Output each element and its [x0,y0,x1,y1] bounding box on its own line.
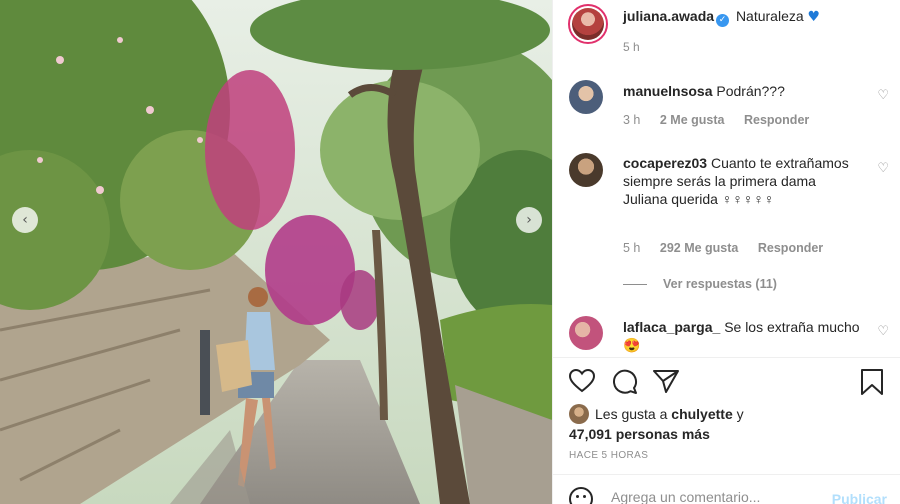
comment-time: 3 h [623,113,641,127]
share-icon[interactable] [653,369,679,393]
replies-divider [623,284,647,286]
comment-meta: 5 h 292 Me gusta Responder [623,241,839,255]
verified-badge-icon: ✓ [716,14,730,27]
comment-text-line: cocaperez03 Cuanto te extrañamos siempre… [623,154,863,208]
owner-caption-line: juliana.awada ✓ Naturaleza ♥ [623,8,820,27]
caption-time: 5 h [623,40,640,54]
post-header: juliana.awada ✓ Naturaleza ♥ 5 h [553,0,900,60]
add-comment-bar: Publicar [553,474,900,504]
commenter-username[interactable]: manuelnsosa [623,83,712,99]
likes-count[interactable]: 47,091 personas más [569,426,710,442]
previous-photo-button[interactable]: ‹ [12,207,38,233]
post-action-bar [553,357,900,409]
reply-button[interactable]: Responder [758,241,823,255]
comment-likes[interactable]: 2 Me gusta [660,113,725,127]
heart-eyes-emoji: 😍 [623,337,641,353]
next-photo-button[interactable]: › [516,207,542,233]
commenter-avatar[interactable] [569,80,603,114]
view-replies-button[interactable]: Ver respuestas (11) [623,277,777,291]
liker-username[interactable]: chulyette [671,406,732,422]
commenter-avatar[interactable] [569,153,603,187]
emoji-icon[interactable] [569,487,593,504]
like-comment-icon[interactable]: ♡ [877,88,889,103]
like-comment-icon[interactable]: ♡ [877,161,889,176]
post-side-panel: juliana.awada ✓ Naturaleza ♥ 5 h manuelns… [552,0,900,504]
comment-body: Se los extraña mucho [724,319,860,335]
reply-button[interactable]: Responder [744,113,809,127]
commenter-avatar[interactable] [569,316,603,350]
comment-meta: 3 h 2 Me gusta Responder [623,113,825,127]
post-timestamp: HACE 5 HORAS [569,450,649,461]
owner-avatar[interactable] [568,4,608,44]
comment-text-line: manuelnsosa Podrán??? [623,82,863,100]
comment-input[interactable] [611,489,811,504]
comment-likes[interactable]: 292 Me gusta [660,241,739,255]
post-image [0,0,552,504]
owner-username[interactable]: juliana.awada [623,8,714,24]
commenter-username[interactable]: cocaperez03 [623,155,707,171]
comment-text-line: laflaca_parga_ Se los extraña mucho 😍 [623,318,863,354]
likes-connector: y [736,406,744,422]
post-caption: Naturaleza [735,8,804,24]
like-comment-icon[interactable]: ♡ [877,324,889,339]
liker-avatar[interactable] [569,404,589,424]
publish-button[interactable]: Publicar [832,491,887,504]
comment-time: 5 h [623,241,641,255]
likes-prefix: Les gusta a [595,406,668,422]
chevron-left-icon: ‹ [22,212,28,228]
post-photo[interactable]: ‹ › [0,0,552,504]
commenter-username[interactable]: laflaca_parga_ [623,319,720,335]
comment-body: Podrán??? [716,83,785,99]
bookmark-icon[interactable] [861,369,883,395]
likes-summary: Les gusta a chulyette y 47,091 personas … [569,404,889,444]
blue-heart-emoji: ♥ [807,9,821,25]
heart-icon[interactable] [569,369,595,393]
comment-icon[interactable] [612,369,638,395]
view-replies-label: Ver respuestas (11) [663,277,777,291]
chevron-right-icon: › [526,212,532,228]
